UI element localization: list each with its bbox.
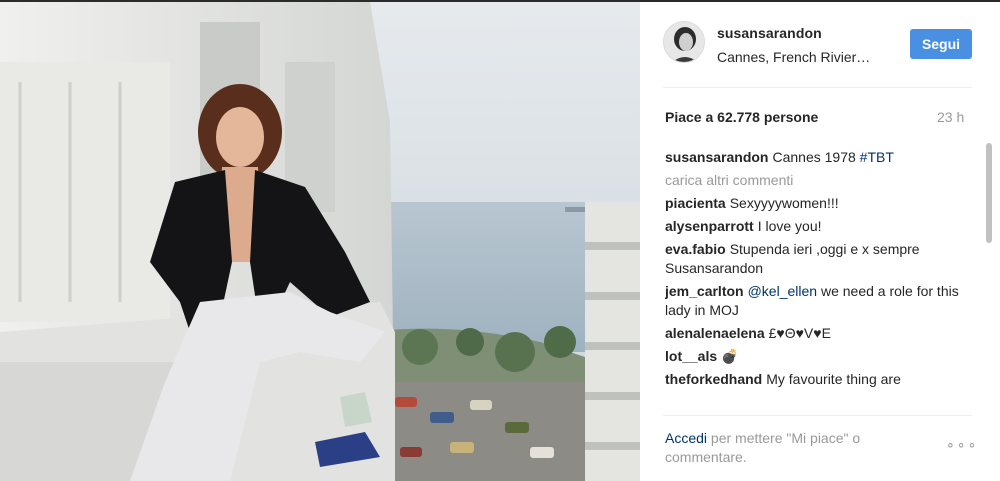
footer-divider: [663, 415, 972, 416]
comment-text: 💣: [721, 348, 739, 364]
load-more-comments-link[interactable]: carica altri commenti: [665, 171, 965, 190]
post-photo[interactable]: [0, 2, 640, 481]
comments-scrollbar[interactable]: [986, 143, 992, 243]
login-prompt: Accedi per mettere "Mi piace" o commenta…: [665, 429, 935, 467]
comment-text: I love you!: [757, 218, 822, 234]
comment-username[interactable]: theforkedhand: [665, 371, 762, 387]
likes-count[interactable]: Piace a 62.778 persone: [665, 109, 818, 125]
comment-item: piacienta Sexyyyywomen!!!: [665, 194, 965, 213]
comment-item: alysenparrott I love you!: [665, 217, 965, 236]
caption: susansarandon Cannes 1978 #TBT: [665, 148, 965, 167]
comment-item: theforkedhand My favourite thing are: [665, 370, 965, 389]
comment-text: Sexyyyywomen!!!: [729, 195, 839, 211]
comments-list[interactable]: susansarandon Cannes 1978 #TBT carica alt…: [665, 148, 965, 413]
comment-text: £♥Θ♥V♥E: [768, 325, 831, 341]
post-sidebar: susansarandon Cannes, French Rivier… Seg…: [640, 2, 1000, 481]
post-username[interactable]: susansarandon: [717, 25, 822, 41]
comment-item: eva.fabio Stupenda ieri ,oggi e x sempre …: [665, 240, 965, 278]
post-header: susansarandon Cannes, French Rivier… Seg…: [640, 2, 1000, 87]
comment-username[interactable]: jem_carlton: [665, 283, 744, 299]
caption-username[interactable]: susansarandon: [665, 149, 768, 165]
post-location[interactable]: Cannes, French Rivier…: [717, 49, 870, 65]
comment-item: jem_carlton @kel_ellen we need a role for…: [665, 282, 965, 320]
comment-username[interactable]: alysenparrott: [665, 218, 754, 234]
follow-button[interactable]: Segui: [910, 29, 972, 59]
comment-username[interactable]: alenalenaelena: [665, 325, 765, 341]
comment-username[interactable]: eva.fabio: [665, 241, 726, 257]
avatar-image-icon: [664, 22, 704, 62]
photo-illustration: [0, 2, 640, 481]
avatar[interactable]: [663, 21, 705, 63]
header-divider: [663, 87, 972, 88]
caption-hashtag[interactable]: #TBT: [860, 149, 894, 165]
comment-text: My favourite thing are: [766, 371, 901, 387]
post-timestamp[interactable]: 23 h: [937, 109, 964, 125]
comment-mention[interactable]: @kel_ellen: [748, 283, 817, 299]
comment-username[interactable]: piacienta: [665, 195, 726, 211]
comment-item: alenalenaelena £♥Θ♥V♥E: [665, 324, 965, 343]
comment-username[interactable]: lot__als: [665, 348, 717, 364]
comment-item: lot__als 💣: [665, 347, 965, 366]
caption-text: Cannes 1978: [772, 149, 860, 165]
login-link[interactable]: Accedi: [665, 430, 707, 446]
more-options-icon[interactable]: ∘∘∘: [946, 436, 978, 453]
